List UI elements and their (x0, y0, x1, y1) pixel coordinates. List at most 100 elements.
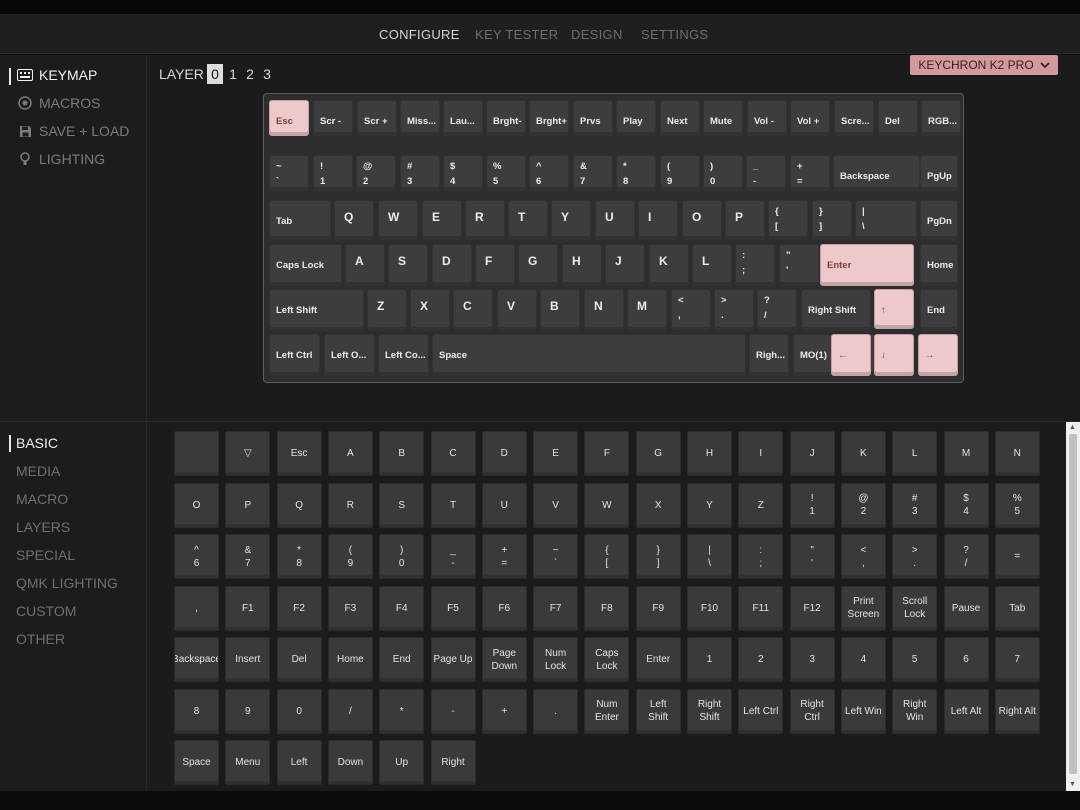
key-caps-lock[interactable]: Caps Lock (269, 244, 342, 286)
keycode-r[interactable]: R (327, 482, 373, 528)
key-space[interactable]: Space (432, 334, 746, 376)
key-w[interactable]: W (378, 200, 418, 240)
key-x[interactable]: X (410, 289, 450, 331)
key-4[interactable]: $4 (443, 155, 483, 191)
keycode-up[interactable]: Up (379, 740, 425, 785)
keycode-key[interactable]: {[ (584, 534, 630, 579)
keycode-k[interactable]: K (840, 431, 886, 476)
keycode-e[interactable]: E (533, 431, 579, 476)
key-key[interactable]: + = (790, 155, 830, 191)
tab-design[interactable]: DESIGN (571, 27, 623, 42)
key-end[interactable]: End (920, 289, 958, 331)
keycode-key[interactable]: ▽ (225, 431, 271, 476)
keycode-4[interactable]: 4 (840, 637, 886, 682)
key-vol[interactable]: Vol + (790, 100, 830, 136)
keycode-f12[interactable]: F12 (789, 585, 835, 631)
sidebar-item-lighting[interactable]: LIGHTING (17, 151, 105, 167)
keycode-l[interactable]: L (892, 431, 938, 476)
key-key[interactable]: ↓ (874, 334, 914, 376)
layer-1-button[interactable]: 1 (225, 64, 241, 84)
key-m[interactable]: M (627, 289, 667, 331)
key-6[interactable]: ^ 6 (529, 155, 569, 191)
key-key[interactable]: → (918, 334, 958, 376)
sidebar-item-macros[interactable]: MACROS (17, 95, 100, 111)
keycode-key[interactable]: + (481, 688, 527, 734)
keycode-m[interactable]: M (943, 431, 989, 476)
sidebar-item-keymap[interactable]: KEYMAP (17, 67, 97, 83)
keycode-9[interactable]: (9 (327, 534, 373, 579)
keycode-y[interactable]: Y (687, 482, 732, 528)
key-key[interactable]: | \ (855, 200, 917, 240)
keycode-key[interactable]: >. (892, 534, 938, 579)
keycode-b[interactable]: B (379, 431, 425, 476)
key-7[interactable]: & 7 (573, 155, 613, 191)
key-9[interactable]: (9 (660, 155, 700, 191)
key-1[interactable]: ! 1 (313, 155, 353, 191)
keycode-key[interactable]: | \ (687, 534, 732, 579)
keycode-left-alt[interactable]: Left Alt (943, 688, 989, 734)
keycode-insert[interactable]: Insert (225, 637, 271, 682)
key-8[interactable]: * 8 (616, 155, 656, 191)
keycode-key[interactable]: <, (840, 534, 886, 579)
keycode-backspace[interactable]: Backspace (174, 637, 219, 682)
tab-key-tester[interactable]: KEY TESTER (475, 27, 558, 42)
keycode-f6[interactable]: F6 (481, 585, 527, 631)
key-key[interactable]: }] (812, 200, 852, 240)
keycode-u[interactable]: U (481, 482, 527, 528)
keycode-key[interactable]: + = (481, 534, 527, 579)
keycode-num-lock[interactable]: Num Lock (533, 637, 579, 682)
keycode-f9[interactable]: F9 (635, 585, 681, 631)
keycode-8[interactable]: * 8 (276, 534, 322, 579)
key-key[interactable]: {[ (768, 200, 808, 240)
keycode-f4[interactable]: F4 (379, 585, 425, 631)
category-basic[interactable]: BASIC (16, 435, 58, 451)
tab-configure[interactable]: CONFIGURE (379, 27, 460, 42)
keycode-5[interactable]: 5 (892, 637, 938, 682)
category-custom[interactable]: CUSTOM (16, 603, 76, 619)
keycode-2[interactable]: @2 (840, 482, 886, 528)
key-left-o[interactable]: Left O... (324, 334, 375, 376)
keycode-3[interactable]: 3 (789, 637, 835, 682)
scrollbar-thumb[interactable] (1069, 434, 1077, 774)
key-left-ctrl[interactable]: Left Ctrl (269, 334, 320, 376)
key-miss[interactable]: Miss... (400, 100, 440, 136)
keycode-page-down[interactable]: Page Down (481, 637, 527, 682)
scrollbar[interactable]: ▲ ▼ (1066, 422, 1080, 792)
key-key[interactable]: :; (735, 244, 775, 286)
keycode-right-shift[interactable]: Right Shift (687, 688, 732, 734)
keycode-esc[interactable]: Esc (276, 431, 322, 476)
key-prvs[interactable]: Prvs (573, 100, 613, 136)
key-o[interactable]: O (682, 200, 722, 240)
keycode-t[interactable]: T (430, 482, 476, 528)
keyboard-select[interactable]: KEYCHRON K2 PRO (910, 55, 1058, 75)
key-2[interactable]: @2 (356, 155, 396, 191)
keycode-n[interactable]: N (994, 431, 1040, 476)
keycode-key[interactable]: * (379, 688, 425, 734)
key-f[interactable]: F (475, 244, 515, 286)
keycode-tab[interactable]: Tab (994, 585, 1040, 631)
keycode-left-shift[interactable]: Left Shift (635, 688, 681, 734)
keycode-enter[interactable]: Enter (635, 637, 681, 682)
category-media[interactable]: MEDIA (16, 463, 60, 479)
key-j[interactable]: J (605, 244, 645, 286)
keycode-key[interactable]: ~ ` (533, 534, 579, 579)
keycode-6[interactable]: ^ 6 (174, 534, 219, 579)
key-pgup[interactable]: PgUp (920, 155, 958, 191)
keycode-right-ctrl[interactable]: Right Ctrl (789, 688, 835, 734)
key-mute[interactable]: Mute (703, 100, 743, 136)
keycode-left-ctrl[interactable]: Left Ctrl (738, 688, 784, 734)
key-c[interactable]: C (453, 289, 493, 331)
key-l[interactable]: L (692, 244, 732, 286)
key-scr[interactable]: Scr - (313, 100, 353, 136)
keycode-8[interactable]: 8 (174, 688, 219, 734)
keycode-3[interactable]: #3 (892, 482, 938, 528)
keycode-print-screen[interactable]: Print Screen (840, 585, 886, 631)
keycode-0[interactable]: ) 0 (379, 534, 425, 579)
scroll-down-icon[interactable]: ▼ (1069, 781, 1076, 788)
keycode-down[interactable]: Down (327, 740, 373, 785)
key-r[interactable]: R (465, 200, 505, 240)
key-s[interactable]: S (388, 244, 428, 286)
keycode-w[interactable]: W (584, 482, 630, 528)
key-0[interactable]: ) 0 (703, 155, 743, 191)
keycode-f11[interactable]: F11 (738, 585, 784, 631)
